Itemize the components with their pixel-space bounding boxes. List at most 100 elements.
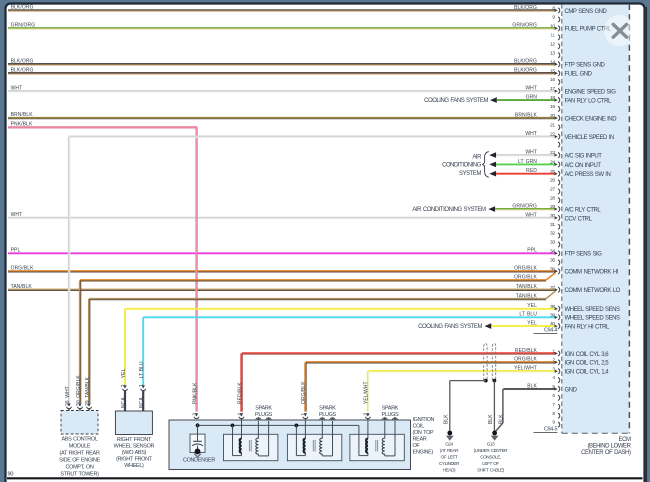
svg-text:WHEEL SPEED SENS: WHEEL SPEED SENS (565, 316, 620, 322)
svg-text:BLK: BLK (488, 414, 494, 424)
svg-text:COOLING FANS SYSTEM: COOLING FANS SYSTEM (424, 98, 488, 104)
svg-text:PPL: PPL (527, 248, 537, 254)
svg-text:ORG/BLK: ORG/BLK (514, 357, 537, 363)
svg-text:IGN COIL CYL 1,4: IGN COIL CYL 1,4 (565, 370, 610, 376)
svg-text:YEL/WHT: YEL/WHT (364, 381, 370, 404)
svg-text:AIR CONDITIONING SYSTEM: AIR CONDITIONING SYSTEM (412, 207, 486, 213)
svg-text:CMP SENS GND: CMP SENS GND (565, 9, 608, 15)
svg-text:WHT: WHT (525, 86, 537, 92)
svg-text:ORG/BLK: ORG/BLK (76, 375, 82, 398)
svg-text:STRUT TOWER): STRUT TOWER) (60, 471, 99, 477)
svg-text:WHT: WHT (525, 212, 537, 218)
svg-text:BLK/ORG: BLK/ORG (11, 67, 34, 73)
svg-text:RED/BLK: RED/BLK (237, 382, 243, 404)
svg-text:13: 13 (550, 50, 555, 56)
svg-text:1: 1 (301, 413, 307, 416)
svg-text:SHIFT CABLE): SHIFT CABLE) (477, 468, 505, 473)
svg-text:RED: RED (526, 168, 537, 174)
svg-text:BLK: BLK (444, 414, 450, 424)
svg-text:4: 4 (237, 413, 243, 416)
svg-text:SPARK: SPARK (319, 406, 336, 412)
svg-text:C94-5: C94-5 (544, 426, 557, 432)
svg-text:PLUGS: PLUGS (381, 412, 399, 418)
svg-text:WHEEL): WHEEL) (124, 463, 144, 469)
svg-text:OF LEFT: OF LEFT (441, 455, 458, 460)
svg-text:ORG/BLK: ORG/BLK (301, 381, 307, 404)
svg-text:BRN/BLK: BRN/BLK (515, 112, 538, 118)
svg-text:VEHICLE SPEED IN: VEHICLE SPEED IN (565, 135, 614, 141)
svg-text:COMPT, ON: COMPT, ON (66, 464, 94, 470)
svg-text:12: 12 (550, 41, 555, 47)
svg-text:WHT: WHT (11, 85, 23, 91)
svg-text:30: 30 (76, 400, 82, 406)
svg-text:G13: G13 (487, 442, 495, 447)
svg-text:SYSTEM: SYSTEM (459, 171, 481, 177)
svg-text:MODULE: MODULE (69, 443, 91, 449)
svg-text:A/C SIG INPUT: A/C SIG INPUT (565, 154, 603, 160)
svg-text:OF: OF (413, 443, 421, 449)
svg-text:LT BLU: LT BLU (139, 361, 145, 378)
svg-text:ORG/BLK: ORG/BLK (514, 275, 537, 281)
svg-text:BLK/ORG: BLK/ORG (514, 68, 537, 74)
svg-text:CHECK ENGINE IND: CHECK ENGINE IND (565, 116, 618, 122)
svg-text:BLK/ORG: BLK/ORG (11, 5, 34, 11)
svg-text:LT BLU: LT BLU (519, 312, 537, 318)
svg-text:SPARK: SPARK (255, 406, 272, 412)
svg-text:AIR: AIR (472, 154, 482, 160)
svg-text:YEL: YEL (121, 368, 127, 378)
svg-text:GRN/ORG: GRN/ORG (512, 204, 537, 210)
svg-text:A/C PRESS SW IN: A/C PRESS SW IN (565, 172, 611, 178)
svg-text:27: 27 (550, 187, 555, 193)
svg-text:BLK: BLK (527, 383, 537, 389)
svg-text:(BEHIND LOWER: (BEHIND LOWER (587, 444, 631, 450)
svg-text:IGNITION: IGNITION (413, 417, 435, 423)
svg-text:WHEEL SPEED SENS: WHEEL SPEED SENS (565, 307, 620, 313)
svg-text:WHT: WHT (525, 150, 537, 156)
svg-text:LEFT OF: LEFT OF (482, 461, 499, 466)
svg-text:TAN/BLK: TAN/BLK (11, 284, 33, 290)
svg-text:COMM NETWORK HI: COMM NETWORK HI (565, 270, 619, 276)
svg-text:CONDENSER: CONDENSER (183, 458, 215, 464)
svg-text:(RIGHT FRONT: (RIGHT FRONT (116, 457, 153, 463)
svg-text:YEL: YEL (527, 303, 537, 309)
svg-text:BRN/BLK: BRN/BLK (11, 112, 34, 118)
svg-text:3: 3 (192, 413, 198, 416)
svg-text:29: 29 (85, 400, 91, 406)
svg-text:TAN/BLK: TAN/BLK (85, 376, 91, 397)
svg-text:REAR: REAR (413, 437, 427, 443)
svg-text:BLK/ORG: BLK/ORG (11, 58, 34, 64)
svg-text:PPL: PPL (11, 248, 21, 254)
svg-text:BLK: BLK (498, 414, 504, 424)
svg-text:A/C RLY CTRL: A/C RLY CTRL (565, 208, 602, 214)
svg-text:90: 90 (8, 472, 14, 478)
svg-text:(AT REAR: (AT REAR (440, 448, 459, 453)
svg-text:CYLINDER: CYLINDER (439, 461, 460, 466)
svg-text:YEL/WHT: YEL/WHT (514, 366, 537, 372)
svg-text:FTP SENS GND: FTP SENS GND (565, 63, 606, 69)
svg-text:BLK/ORG: BLK/ORG (514, 59, 537, 65)
svg-text:COOLING FANS SYSTEM: COOLING FANS SYSTEM (418, 324, 482, 330)
svg-text:1: 1 (139, 384, 145, 387)
svg-text:2: 2 (121, 384, 127, 387)
svg-text:CONSOLE,: CONSOLE, (480, 455, 501, 460)
svg-text:ECM: ECM (619, 437, 631, 443)
svg-text:C94-4: C94-4 (544, 328, 557, 334)
svg-text:32: 32 (550, 231, 555, 237)
svg-text:FTP SENS SIG: FTP SENS SIG (565, 252, 603, 258)
svg-text:26: 26 (550, 178, 555, 184)
svg-text:11: 11 (550, 32, 555, 38)
svg-text:YEL: YEL (527, 321, 537, 327)
svg-text:(ON TOP: (ON TOP (413, 430, 434, 436)
svg-text:SPARK: SPARK (382, 406, 399, 412)
svg-text:PLUGS: PLUGS (255, 412, 273, 418)
svg-text:(UNDER CENTER: (UNDER CENTER (474, 448, 508, 453)
svg-text:WHT: WHT (65, 386, 71, 398)
svg-text:2: 2 (364, 413, 370, 416)
svg-text:NCA: NCA (139, 397, 145, 408)
svg-text:21: 21 (550, 122, 555, 128)
svg-text:ENGINE): ENGINE) (413, 450, 434, 456)
svg-text:CCV CTRL: CCV CTRL (565, 216, 593, 222)
svg-text:GRN/ORG: GRN/ORG (11, 23, 36, 29)
svg-text:IGN COIL CYL 2,5: IGN COIL CYL 2,5 (565, 361, 610, 367)
svg-text:ABS CONTROL: ABS CONTROL (61, 436, 97, 442)
